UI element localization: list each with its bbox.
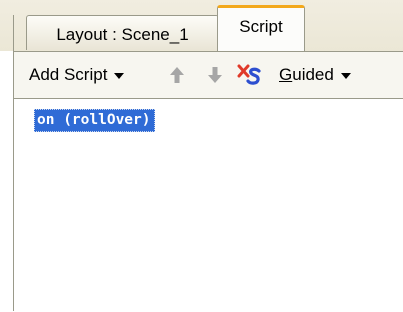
arrow-up-icon — [170, 67, 184, 83]
tab-strip: Layout : Scene_1 Script — [0, 0, 403, 52]
tab-layout-label: Layout : Scene_1 — [56, 24, 189, 44]
chevron-down-icon — [114, 73, 125, 79]
guided-label: uided — [292, 65, 334, 84]
guided-menu-button[interactable]: Guided — [279, 52, 351, 98]
guided-label-accelerator: G — [279, 65, 293, 84]
tab-script-label: Script — [239, 16, 283, 36]
delete-script-button[interactable] — [237, 52, 263, 98]
script-toolbar: Add Script Guided — [14, 51, 403, 98]
add-script-label: Add Script — [29, 65, 108, 84]
script-panel: Layout : Scene_1 Script Add Script G uid… — [0, 0, 403, 312]
tab-layout-scene-1[interactable]: Layout : Scene_1 — [26, 15, 219, 50]
add-script-menu-button[interactable]: Add Script — [29, 52, 125, 98]
delete-script-icon — [237, 64, 261, 85]
move-up-button[interactable] — [169, 52, 185, 98]
script-line-selected[interactable]: on (rollOver) — [34, 109, 155, 132]
move-down-button[interactable] — [207, 52, 223, 98]
script-editor[interactable]: on (rollOver) — [14, 98, 403, 312]
tab-script[interactable]: Script — [217, 5, 305, 52]
chevron-down-icon — [340, 73, 351, 79]
arrow-down-icon — [208, 67, 222, 83]
